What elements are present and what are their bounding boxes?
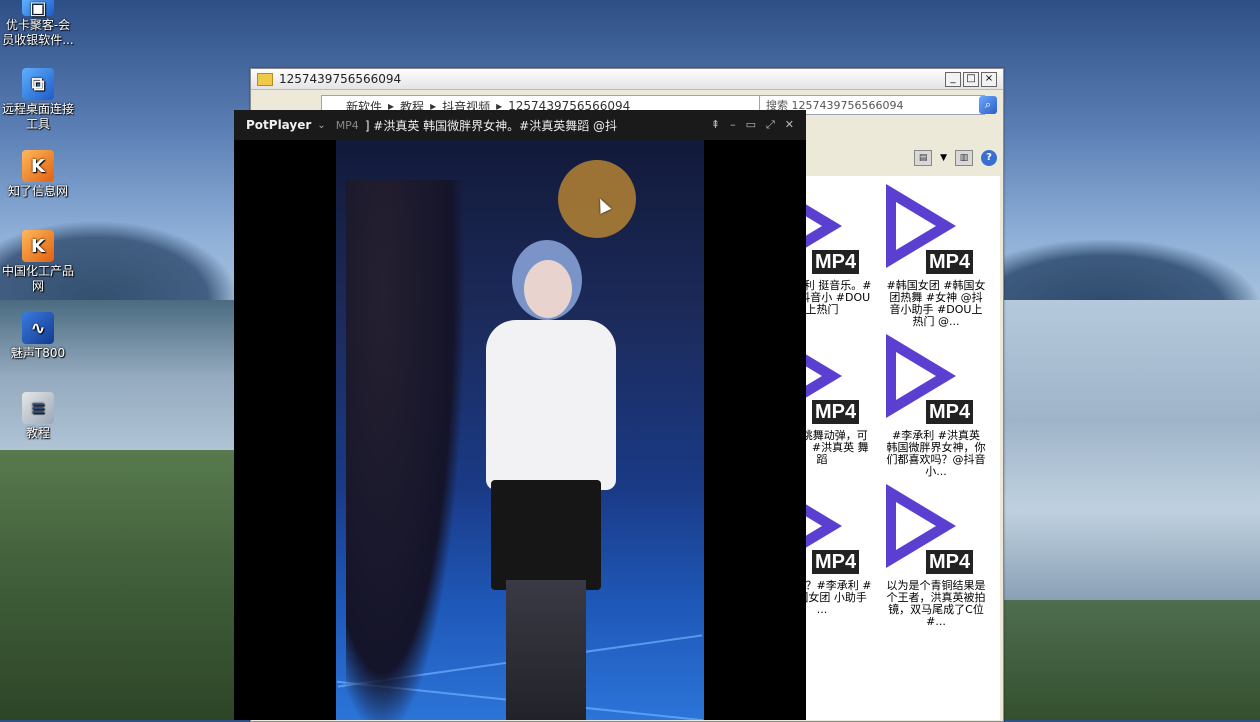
wallpaper-grass-right	[1000, 600, 1260, 720]
desktop-icon-youka[interactable]: ▣ 优卡聚客-会员收银软件...	[0, 0, 76, 48]
maximize-icon[interactable]: ▭	[746, 118, 756, 132]
chevron-down-icon[interactable]: ⌄	[317, 120, 325, 131]
wave-icon: ∿	[22, 312, 54, 344]
file-name: #李承利 #洪真英 韩国微胖界女神，你们都喜欢吗？@抖音小...	[886, 429, 986, 478]
file-tile[interactable]: MP4 #韩国女团 #韩国女团热舞 #女神 @抖音小助手 #DOU上热门 @..…	[886, 184, 986, 328]
help-icon[interactable]: ?	[981, 150, 997, 166]
file-tile[interactable]: MP4 以为是个青铜结果是个王者，洪真英被拍镜，双马尾成了C位#...	[886, 484, 986, 628]
file-name: #韩国女团 #韩国女团热舞 #女神 @抖音小助手 #DOU上热门 @...	[886, 279, 986, 328]
desktop-icon-label: 教程	[25, 426, 50, 440]
app-icon: ▣	[22, 0, 54, 17]
explorer-toolbar: ▤ ▼ ▥ ?	[807, 147, 997, 169]
potplayer-window[interactable]: PotPlayer ⌄ MP4 ] #洪真英 韩国微胖界女神。#洪真英舞蹈 @抖…	[234, 110, 806, 720]
wallpaper-grass	[0, 450, 240, 720]
desktop-icon-zhiliao[interactable]: K 知了信息网	[0, 150, 76, 199]
preview-pane-icon[interactable]: ▥	[955, 150, 973, 166]
fullscreen-icon[interactable]: ⤢	[766, 118, 775, 132]
desktop-icon-label: 中国化工产品网	[1, 264, 74, 293]
dancer-blouse	[486, 320, 616, 490]
format-tag: MP4	[335, 118, 359, 132]
views-icon[interactable]: ▤	[914, 150, 933, 166]
remote-desktop-icon: ⧉	[22, 68, 54, 100]
minimize-button[interactable]: _	[945, 71, 961, 87]
dancer-legs	[506, 580, 586, 720]
close-icon[interactable]: ✕	[785, 118, 794, 132]
desktop-icon-remote[interactable]: ⧉ 远程桌面连接工具	[0, 68, 76, 132]
file-type-badge: MP4	[926, 550, 974, 574]
file-type-badge: MP4	[812, 550, 860, 574]
video-frame[interactable]	[336, 140, 704, 720]
dancer-face	[524, 260, 572, 318]
k-logo-icon: K	[22, 150, 54, 182]
file-name: 以为是个青铜结果是个王者，洪真英被拍镜，双马尾成了C位#...	[886, 579, 986, 628]
close-button[interactable]: ×	[981, 71, 997, 87]
search-icon[interactable]: ⌕	[979, 96, 997, 114]
desktop-icon-label: 知了信息网	[7, 184, 68, 198]
file-type-badge: MP4	[926, 400, 974, 424]
player-titlebar[interactable]: PotPlayer ⌄ MP4 ] #洪真英 韩国微胖界女神。#洪真英舞蹈 @抖…	[234, 110, 806, 140]
folder-icon	[257, 72, 273, 86]
document-icon: ≡	[22, 392, 54, 424]
chevron-down-icon[interactable]: ▼	[940, 153, 947, 163]
file-type-badge: MP4	[812, 250, 860, 274]
k-logo-icon: K	[22, 230, 54, 262]
file-tile[interactable]: MP4 #李承利 #洪真英 韩国微胖界女神，你们都喜欢吗？@抖音小...	[886, 334, 986, 478]
desktop-icon-meisheng[interactable]: ∿ 魅声T800	[0, 312, 76, 361]
background-dancer	[346, 180, 466, 720]
file-type-badge: MP4	[926, 250, 974, 274]
file-type-badge: MP4	[812, 400, 860, 424]
player-title: ] #洪真英 韩国微胖界女神。#洪真英舞蹈 @抖	[364, 118, 618, 133]
explorer-titlebar[interactable]: 1257439756566094 _ □ ×	[251, 69, 1003, 90]
desktop-icon-label: 远程桌面连接工具	[1, 102, 74, 131]
minimize-icon[interactable]: –	[730, 118, 736, 132]
dancer-skirt	[491, 480, 601, 590]
desktop-icon-chemical[interactable]: K 中国化工产品网	[0, 230, 76, 294]
desktop-icon-label: 优卡聚客-会员收银软件...	[2, 18, 74, 47]
wallpaper-lake-right	[1000, 300, 1260, 600]
maximize-button[interactable]: □	[963, 71, 979, 87]
desktop-icon-label: 魅声T800	[10, 346, 66, 360]
player-brand[interactable]: PotPlayer	[246, 118, 311, 132]
pin-icon[interactable]: ⇞	[711, 118, 720, 132]
desktop-icon-tutorial[interactable]: ≡ 教程	[0, 392, 76, 441]
explorer-title: 1257439756566094	[279, 72, 402, 86]
